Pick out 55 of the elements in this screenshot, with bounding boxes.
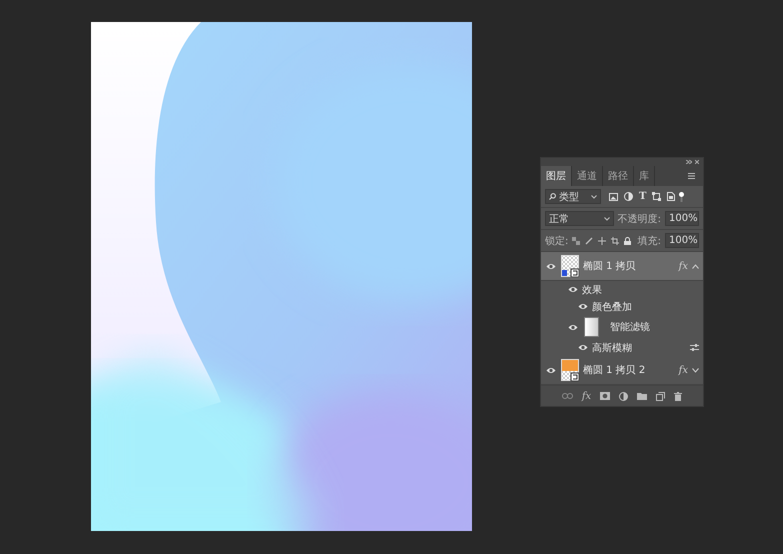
filter-dropdown[interactable]: 类型 <box>545 189 601 204</box>
fx-button[interactable]: fx <box>582 390 592 402</box>
move-icon[interactable] <box>598 236 606 244</box>
panel-tab[interactable]: 路径 <box>603 166 634 186</box>
panel-tab[interactable]: 库 <box>634 166 655 186</box>
eye-icon[interactable] <box>545 366 557 374</box>
eye-icon[interactable] <box>577 344 589 351</box>
crop-icon[interactable] <box>611 236 620 244</box>
layer-name: 椭圆 1 拷贝 2 <box>583 364 646 377</box>
brush-icon[interactable] <box>585 236 594 244</box>
chevron-down-icon[interactable] <box>692 368 699 372</box>
link-icon[interactable] <box>562 393 573 399</box>
fill-field[interactable]: 100% <box>665 233 699 248</box>
opacity-label: 不透明度: <box>618 212 661 226</box>
type-filter-button[interactable]: T <box>639 192 646 201</box>
toggle-switch-icon[interactable] <box>679 192 684 202</box>
effect-name[interactable]: 效果 <box>582 282 602 296</box>
eye-icon[interactable] <box>577 303 589 310</box>
fx-label: fx <box>678 364 688 376</box>
close-icon[interactable] <box>695 160 699 164</box>
opacity-field[interactable]: 100% <box>665 211 699 226</box>
folder-icon[interactable] <box>637 392 648 400</box>
collapse-icon[interactable] <box>686 160 692 164</box>
layer-row[interactable]: 椭圆 1 拷贝 fx <box>541 252 703 281</box>
fx-label: fx <box>678 260 688 272</box>
new-layer-icon[interactable] <box>656 392 666 400</box>
half-circle-icon[interactable] <box>624 192 633 201</box>
checker-icon[interactable] <box>572 236 580 244</box>
effect-name[interactable]: 颜色叠加 <box>592 300 632 314</box>
effect-name[interactable]: 高斯模糊 <box>592 340 632 354</box>
eye-icon[interactable] <box>545 262 557 270</box>
lock-icon[interactable] <box>624 236 632 244</box>
panel-tab[interactable]: 通道 <box>572 166 603 186</box>
mask-icon[interactable] <box>600 392 610 400</box>
trash-icon[interactable] <box>674 392 682 400</box>
eye-icon[interactable] <box>567 286 579 293</box>
panel-tab[interactable]: 图层 <box>541 166 572 186</box>
effect-name[interactable]: 智能滤镜 <box>610 320 650 334</box>
search-icon <box>549 193 556 200</box>
lock-label: 锁定: <box>545 234 568 248</box>
layer-thumbnail <box>561 359 579 381</box>
layer-name: 椭圆 1 拷贝 <box>583 260 636 273</box>
fill-label: 填充: <box>638 234 661 248</box>
shape-icon[interactable] <box>652 192 662 201</box>
sliders-icon[interactable] <box>690 344 699 351</box>
blend-mode-dropdown[interactable]: 正常 <box>545 211 614 226</box>
chevron-up-icon[interactable] <box>692 264 699 268</box>
filter-mask-thumbnail <box>584 317 599 337</box>
document-icon[interactable] <box>667 192 676 201</box>
caret-icon <box>604 216 610 220</box>
layer-thumbnail <box>561 255 579 277</box>
half-circle-icon[interactable] <box>619 392 628 400</box>
caret-icon <box>591 194 597 198</box>
image-icon[interactable] <box>609 192 618 200</box>
eye-icon[interactable] <box>567 324 579 330</box>
